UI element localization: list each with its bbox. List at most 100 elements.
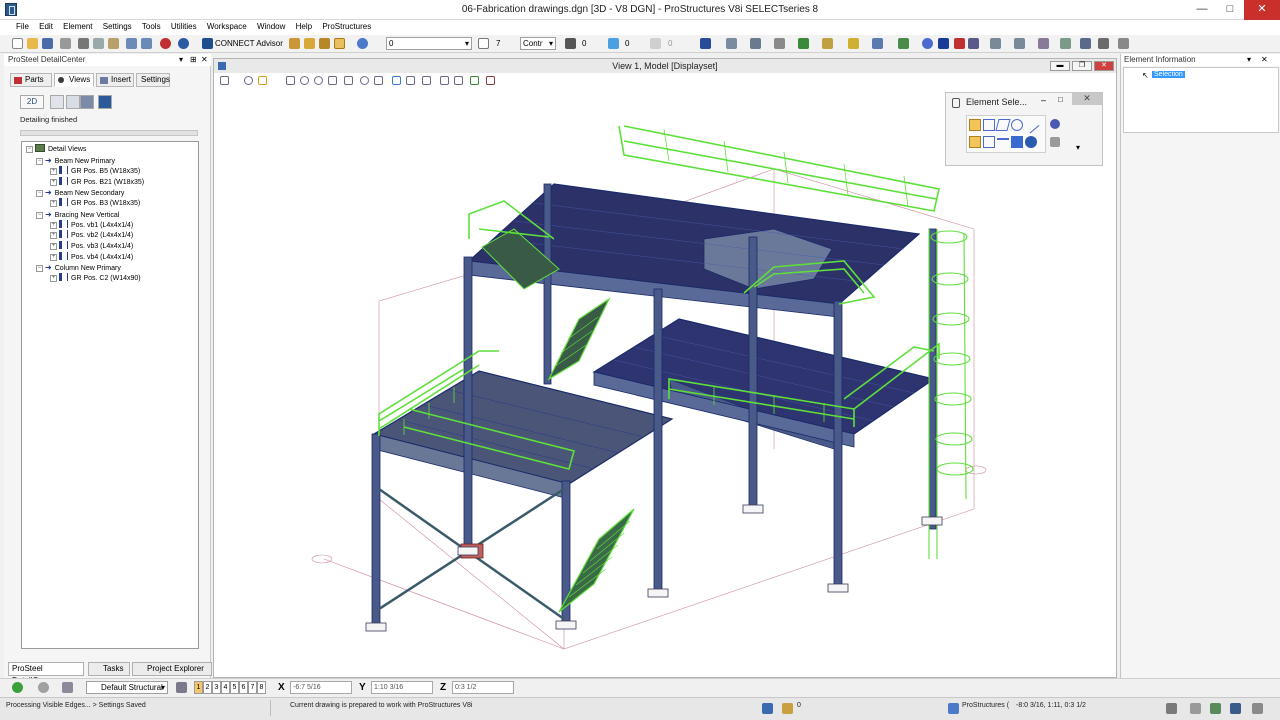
window-area-icon[interactable] — [328, 76, 337, 85]
accudraw-icon[interactable] — [848, 38, 859, 49]
tree-item[interactable]: + Pos. vb3 (L4x4x1/4) — [50, 241, 133, 252]
tree-item[interactable]: + GR Pos. B5 (W18x35) — [50, 166, 140, 177]
menu-tools[interactable]: Tools — [138, 20, 165, 31]
tree-group[interactable]: − ➜ Beam New Secondary — [36, 187, 124, 198]
menu-workspace[interactable]: Workspace — [203, 20, 251, 31]
fit-view-icon[interactable] — [898, 38, 909, 49]
weld-icon[interactable] — [1080, 38, 1091, 49]
maximize-button[interactable]: □ — [1216, 0, 1244, 20]
model-viewport[interactable] — [214, 89, 1116, 677]
element-select-icon[interactable] — [700, 38, 711, 49]
zoom-in-icon[interactable] — [300, 76, 309, 85]
element-selection-close[interactable]: ✕ — [1072, 93, 1102, 105]
invert-select-icon[interactable] — [1011, 136, 1023, 148]
menu-edit[interactable]: Edit — [35, 20, 57, 31]
expand-arrow-icon[interactable]: ▾ — [1076, 143, 1080, 152]
tree-item[interactable]: + GR Pos. B3 (W18x35) — [50, 198, 140, 209]
close-window-button[interactable]: ✕ — [1244, 0, 1280, 20]
tree-item[interactable]: + Pos. vb2 (L4x4x1/4) — [50, 230, 133, 241]
new-file-icon[interactable] — [12, 38, 23, 49]
line-style-icon[interactable] — [565, 38, 576, 49]
raster-icon[interactable] — [334, 38, 345, 49]
view-button-7[interactable]: 7 — [248, 681, 257, 694]
subtract-select-icon[interactable] — [997, 138, 1009, 144]
line-value[interactable]: 0 — [582, 39, 586, 48]
level-manager-icon[interactable] — [289, 38, 300, 49]
group-icon[interactable] — [750, 38, 761, 49]
level-display-icon[interactable] — [304, 38, 315, 49]
element-info-tree[interactable]: ↖ Selection — [1123, 67, 1279, 133]
grid-icon[interactable] — [66, 95, 80, 109]
redo-icon[interactable] — [141, 38, 152, 49]
lock-icon[interactable] — [782, 703, 793, 714]
tool-icon[interactable] — [62, 682, 73, 693]
open-folder-icon[interactable] — [27, 38, 38, 49]
go-icon[interactable] — [12, 682, 23, 693]
color-value[interactable]: 0 — [625, 39, 629, 48]
view-attributes-icon[interactable] — [798, 38, 809, 49]
design-history-icon[interactable] — [1190, 703, 1201, 714]
panel-pin-button[interactable]: ⊞ — [190, 54, 197, 66]
view-button-2[interactable]: 2 — [203, 681, 212, 694]
settings-icon[interactable] — [38, 682, 49, 693]
previous-view-icon[interactable] — [406, 76, 415, 85]
tree-item[interactable]: + GR Pos. C2 (W14x90) — [50, 273, 141, 284]
elements-icon[interactable] — [938, 38, 949, 49]
clip-mask-icon[interactable] — [454, 76, 463, 85]
line-weight-icon[interactable] — [478, 38, 489, 49]
sheet-icon[interactable] — [1252, 703, 1263, 714]
menu-settings[interactable]: Settings — [99, 20, 136, 31]
info-icon[interactable] — [922, 38, 933, 49]
view-restore-button[interactable]: ❐ — [1072, 61, 1092, 71]
view-button-4[interactable]: 4 — [221, 681, 230, 694]
delete-icon[interactable] — [968, 38, 979, 49]
view-button-5[interactable]: 5 — [230, 681, 239, 694]
tree-root[interactable]: − Detail Views — [26, 144, 86, 155]
tab-settings[interactable]: Settings — [136, 73, 170, 87]
menu-window[interactable]: Window — [253, 20, 289, 31]
measure-icon[interactable] — [774, 38, 785, 49]
circle-select-icon[interactable] — [1011, 119, 1023, 131]
print-icon[interactable] — [60, 38, 71, 49]
connect-advisor-icon[interactable] — [202, 38, 213, 49]
tab-parts[interactable]: Parts — [10, 73, 52, 87]
view-button-8[interactable]: 8 — [257, 681, 266, 694]
line-weight-value[interactable]: 7 — [496, 39, 500, 48]
paste-icon[interactable] — [108, 38, 119, 49]
menu-file[interactable]: File — [12, 20, 33, 31]
line-select-icon[interactable] — [1022, 116, 1040, 134]
walk-icon[interactable] — [392, 76, 401, 85]
lighting-icon[interactable] — [258, 76, 267, 85]
undo-icon[interactable] — [126, 38, 137, 49]
shape-icon[interactable] — [1014, 38, 1025, 49]
tab-tasks[interactable]: Tasks — [88, 662, 130, 676]
zoom-out-icon[interactable] — [314, 76, 323, 85]
select-all-icon[interactable] — [1050, 119, 1060, 129]
reference-icon[interactable] — [319, 38, 330, 49]
element-selection-maximize[interactable]: □ — [1058, 95, 1063, 104]
stair-icon[interactable] — [1118, 38, 1129, 49]
save-status-icon[interactable] — [1166, 703, 1177, 714]
accudraw-status-icon[interactable] — [762, 703, 773, 714]
structure-icon[interactable] — [990, 38, 1001, 49]
section-icon[interactable] — [50, 95, 64, 109]
export-icon[interactable] — [98, 95, 112, 109]
menu-help[interactable]: Help — [292, 20, 316, 31]
minimize-button[interactable]: — — [1188, 0, 1216, 20]
add-select-icon[interactable] — [983, 136, 995, 148]
messages-icon[interactable] — [1210, 703, 1221, 714]
copy-icon[interactable] — [93, 38, 104, 49]
update-view-icon[interactable] — [286, 76, 295, 85]
fence-icon[interactable] — [726, 38, 737, 49]
clear-select-icon[interactable] — [1025, 136, 1037, 148]
next-view-icon[interactable] — [422, 76, 431, 85]
detail-views-tree[interactable]: − Detail Views − ➜ Beam New Primary + GR Pos… — [21, 141, 199, 649]
z-coordinate-field[interactable]: 0:3 1/2 — [452, 681, 514, 694]
individual-select-icon[interactable] — [969, 119, 981, 131]
camera-icon[interactable] — [470, 76, 479, 85]
attributes-icon[interactable] — [357, 38, 368, 49]
prostructures-icon[interactable] — [948, 703, 959, 714]
element-info-close-button[interactable]: ✕ — [1261, 54, 1268, 66]
y-coordinate-field[interactable]: 1:10 3/16 — [371, 681, 433, 694]
help-icon[interactable] — [178, 38, 189, 49]
